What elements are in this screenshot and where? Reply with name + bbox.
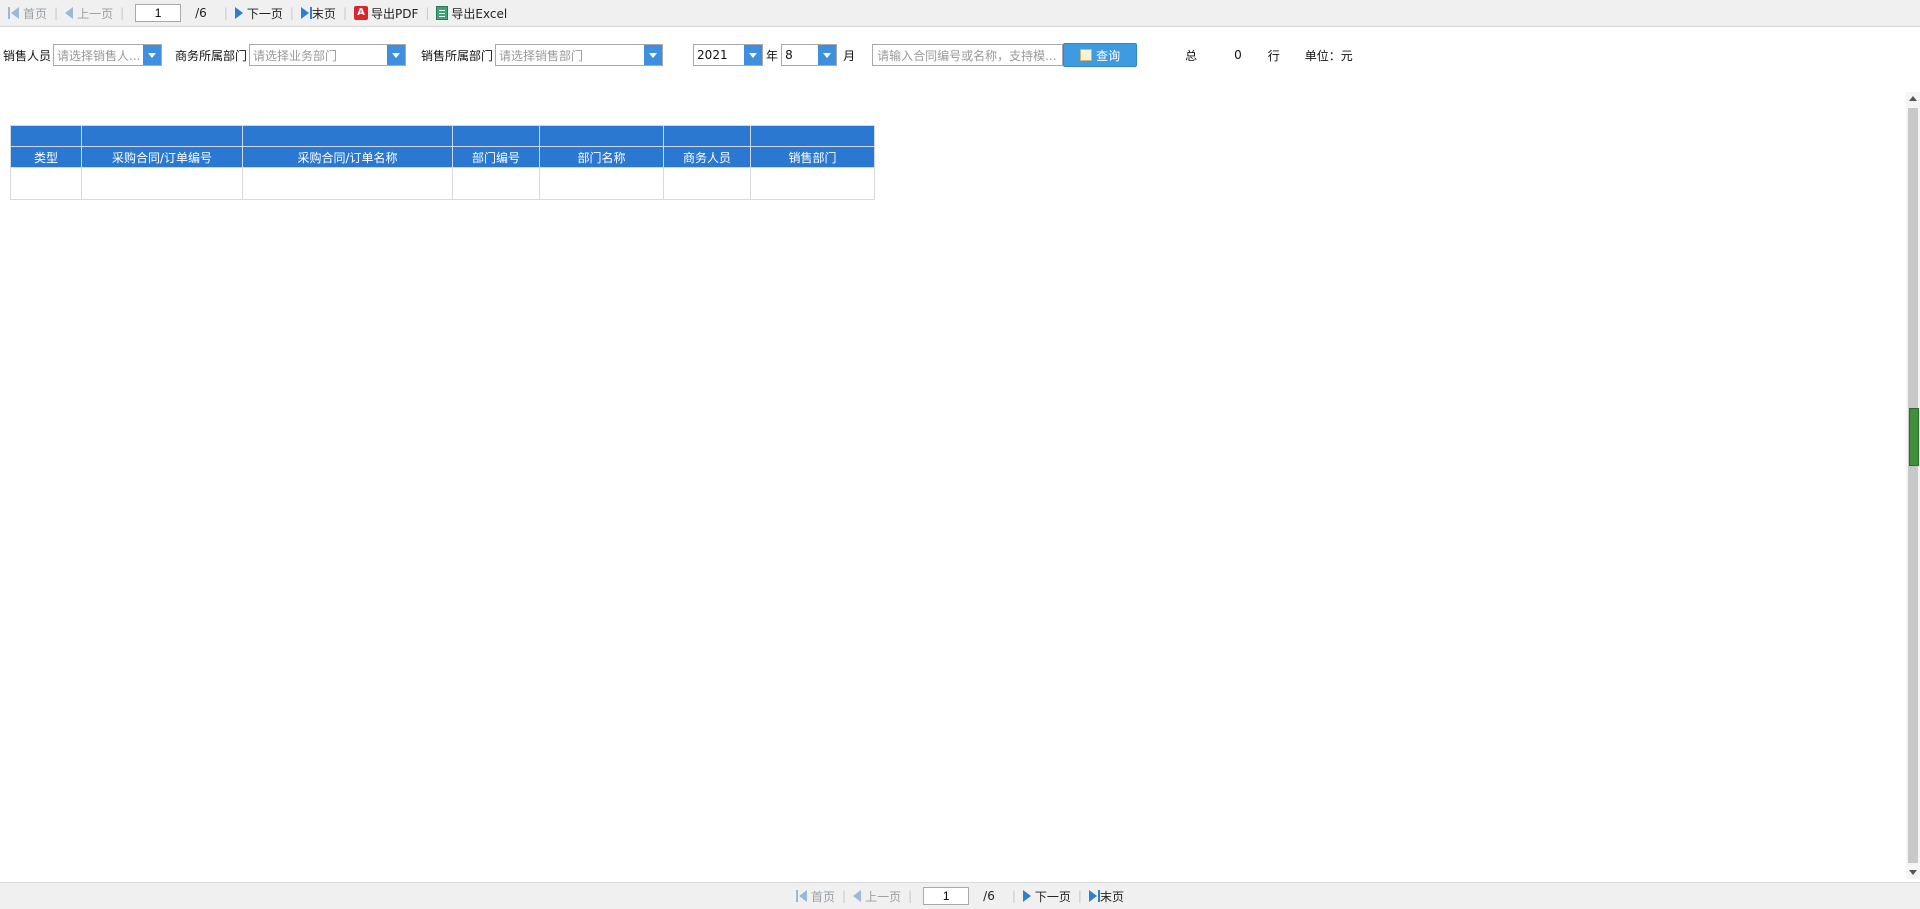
last-page-icon: [1088, 890, 1097, 902]
query-icon: [1080, 49, 1093, 61]
table-cell: [242, 167, 453, 200]
first-page-button[interactable]: 首页: [792, 887, 839, 905]
prev-page-button[interactable]: 上一页: [61, 4, 117, 22]
column-header[interactable]: 部门名称: [539, 146, 664, 168]
search-input[interactable]: 请输入合同编号或名称，支持模...: [872, 44, 1064, 66]
next-page-icon: [234, 7, 243, 19]
first-page-icon: [796, 890, 799, 902]
page-number-input[interactable]: [923, 887, 970, 905]
pdf-icon: A: [353, 6, 368, 20]
table-header-row: 类型 采购合同/订单编号 采购合同/订单名称 部门编号 部门名称 商务人员 销售…: [10, 146, 875, 168]
scroll-up-icon[interactable]: [1909, 96, 1917, 101]
prev-page-icon: [853, 890, 862, 902]
chevron-down-icon[interactable]: [387, 45, 406, 65]
sales-person-label: 销售人员: [3, 48, 52, 63]
summary-count: 0: [1234, 48, 1242, 62]
column-header[interactable]: 类型: [10, 146, 82, 168]
next-page-button[interactable]: 下一页: [231, 4, 287, 22]
last-page-icon: [300, 7, 309, 19]
contract-table: 类型 采购合同/订单编号 采购合同/订单名称 部门编号 部门名称 商务人员 销售…: [10, 125, 875, 200]
export-pdf-button[interactable]: A 导出PDF: [350, 4, 422, 22]
first-page-icon: [8, 7, 10, 19]
sales-dept-label: 销售所属部门: [421, 48, 494, 63]
next-page-icon: [1022, 890, 1031, 902]
scroll-thumb[interactable]: [1909, 408, 1919, 466]
sales-person-select[interactable]: 请选择销售人...: [53, 44, 163, 66]
vertical-scrollbar[interactable]: [1906, 92, 1920, 879]
column-header[interactable]: 采购合同/订单名称: [242, 146, 453, 168]
bottom-pager-toolbar: 首页 | 上一页 | /6 | 下一页 | 末页: [0, 882, 1920, 909]
table-cell: [452, 167, 540, 200]
top-pager-toolbar: 首页 | 上一页 | /6 | 下一页 | 末页 | A 导出PDF | 导出E…: [0, 0, 1920, 27]
column-header[interactable]: 部门编号: [452, 146, 540, 168]
year-label: 年: [766, 48, 779, 63]
summary-total-label: 总: [1185, 48, 1198, 63]
prev-page-button[interactable]: 上一页: [849, 887, 905, 905]
first-page-button[interactable]: 首页: [4, 4, 51, 22]
month-label: 月: [843, 48, 856, 63]
page-total: /6: [983, 889, 995, 903]
page-total: /6: [195, 6, 207, 20]
next-page-button[interactable]: 下一页: [1019, 887, 1075, 905]
scroll-down-icon[interactable]: [1909, 870, 1917, 875]
summary-row-label: 行: [1267, 48, 1280, 63]
column-header[interactable]: 采购合同/订单编号: [81, 146, 243, 168]
summary-unit: 单位：元: [1304, 48, 1353, 63]
table-cell: [750, 167, 875, 200]
chevron-down-icon[interactable]: [644, 45, 663, 65]
chevron-down-icon[interactable]: [143, 45, 162, 65]
table-cell: [81, 167, 243, 200]
last-page-button[interactable]: 末页: [1085, 887, 1128, 905]
chevron-down-icon[interactable]: [744, 45, 763, 65]
filter-bar: 销售人员 请选择销售人... 商务所属部门 请选择业务部门 销售所属部门 请选择…: [0, 41, 1353, 69]
column-header[interactable]: 销售部门: [750, 146, 875, 168]
biz-dept-label: 商务所属部门: [175, 48, 248, 63]
table-cell: [663, 167, 751, 200]
prev-page-icon: [65, 7, 74, 19]
export-excel-button[interactable]: 导出Excel: [432, 4, 511, 22]
biz-dept-select[interactable]: 请选择业务部门: [249, 44, 407, 66]
column-header[interactable]: 商务人员: [663, 146, 751, 168]
chevron-down-icon[interactable]: [818, 45, 837, 65]
excel-icon: [436, 6, 449, 20]
scroll-track[interactable]: [1908, 108, 1919, 863]
page-number-input[interactable]: [135, 4, 182, 22]
table-cell: [539, 167, 664, 200]
table-row: [10, 167, 875, 200]
table-cell: [10, 167, 82, 200]
year-select[interactable]: 2021: [693, 44, 764, 66]
table-header-spacer-row: [10, 125, 875, 147]
last-page-button[interactable]: 末页: [297, 4, 340, 22]
query-button[interactable]: 查询: [1063, 43, 1138, 67]
month-select[interactable]: 8: [781, 44, 838, 66]
sales-dept-select[interactable]: 请选择销售部门: [495, 44, 664, 66]
